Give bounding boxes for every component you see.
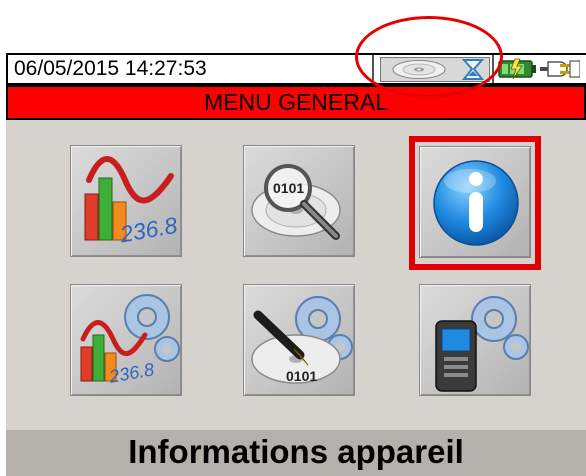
date-time-display: 06/05/2015 14:27:53 — [14, 57, 207, 80]
menu-grid: 236.8 0101 236.8 0101 — [6, 120, 586, 430]
realtime-measurements-icon: 236.8 — [84, 156, 179, 248]
menu-item-realtime-measurements[interactable]: 236.8 — [70, 145, 182, 257]
instrument-settings-icon — [435, 296, 529, 392]
battery-icon — [498, 58, 536, 80]
power-plug-icon — [540, 60, 580, 78]
binary-data-label: 0101 — [273, 180, 304, 196]
device-information-icon — [433, 160, 519, 246]
analyzer-settings-icon: 236.8 — [80, 294, 180, 387]
binary-data-label: 0101 — [286, 368, 317, 384]
menu-item-instrument-settings[interactable] — [419, 284, 531, 396]
instrument-screen: 06/05/2015 14:27:53 MENU GENERAL 236.8 0… — [0, 0, 586, 476]
recording-settings-icon: 0101 — [251, 296, 353, 384]
selected-item-caption-bar: Informations appareil — [6, 430, 586, 476]
recorded-data-browse-icon: 0101 — [251, 164, 341, 240]
annotation-highlight-circle — [355, 16, 503, 98]
menu-title-bar: MENU GENERAL — [6, 85, 586, 120]
selected-item-caption: Informations appareil — [128, 433, 464, 470]
page-title: MENU GENERAL — [203, 89, 389, 115]
menu-item-analyzer-settings[interactable]: 236.8 — [70, 284, 182, 396]
menu-item-device-information[interactable] — [419, 146, 531, 258]
menu-item-recording-settings[interactable]: 0101 — [243, 284, 355, 396]
menu-item-recorded-data[interactable]: 0101 — [243, 145, 355, 257]
